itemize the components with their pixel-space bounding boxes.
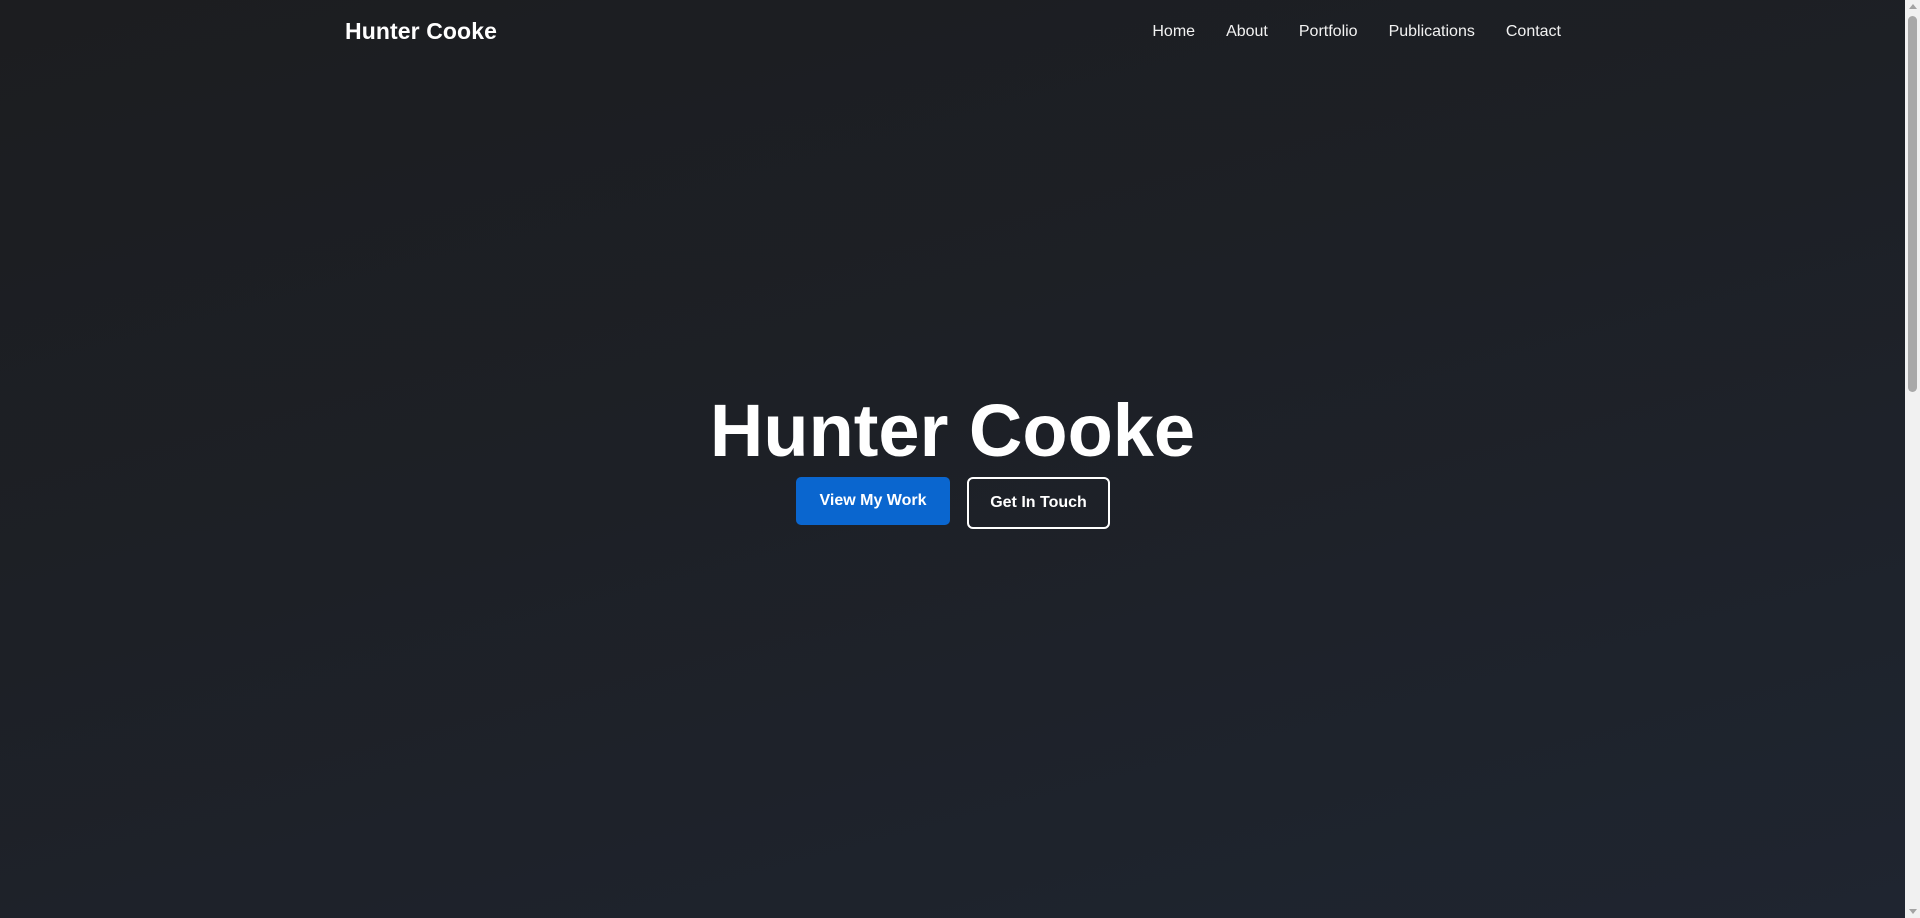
vertical-scrollbar[interactable]: [1905, 0, 1920, 918]
scroll-up-arrow-icon[interactable]: [1909, 4, 1917, 9]
page: Hunter Cooke View My Work Get In Touch H…: [0, 0, 1905, 918]
scrollbar-thumb[interactable]: [1908, 16, 1917, 392]
navbar: Hunter Cooke Home About Portfolio Public…: [345, 0, 1561, 63]
brand-logo-link[interactable]: Hunter Cooke: [345, 18, 497, 45]
nav-link-contact[interactable]: Contact: [1506, 23, 1561, 41]
nav-link-publications[interactable]: Publications: [1389, 23, 1475, 41]
hero-section: Hunter Cooke View My Work Get In Touch: [0, 0, 1905, 918]
nav-link-home[interactable]: Home: [1152, 23, 1195, 41]
scroll-down-arrow-icon[interactable]: [1909, 909, 1917, 914]
hero-title: Hunter Cooke: [709, 389, 1196, 472]
nav-link-about[interactable]: About: [1226, 23, 1268, 41]
view-my-work-button[interactable]: View My Work: [796, 477, 950, 525]
main-nav: Home About Portfolio Publications Contac…: [1152, 23, 1561, 41]
nav-link-portfolio[interactable]: Portfolio: [1299, 23, 1358, 41]
get-in-touch-button[interactable]: Get In Touch: [967, 477, 1110, 529]
hero-buttons: View My Work Get In Touch: [796, 477, 1110, 529]
